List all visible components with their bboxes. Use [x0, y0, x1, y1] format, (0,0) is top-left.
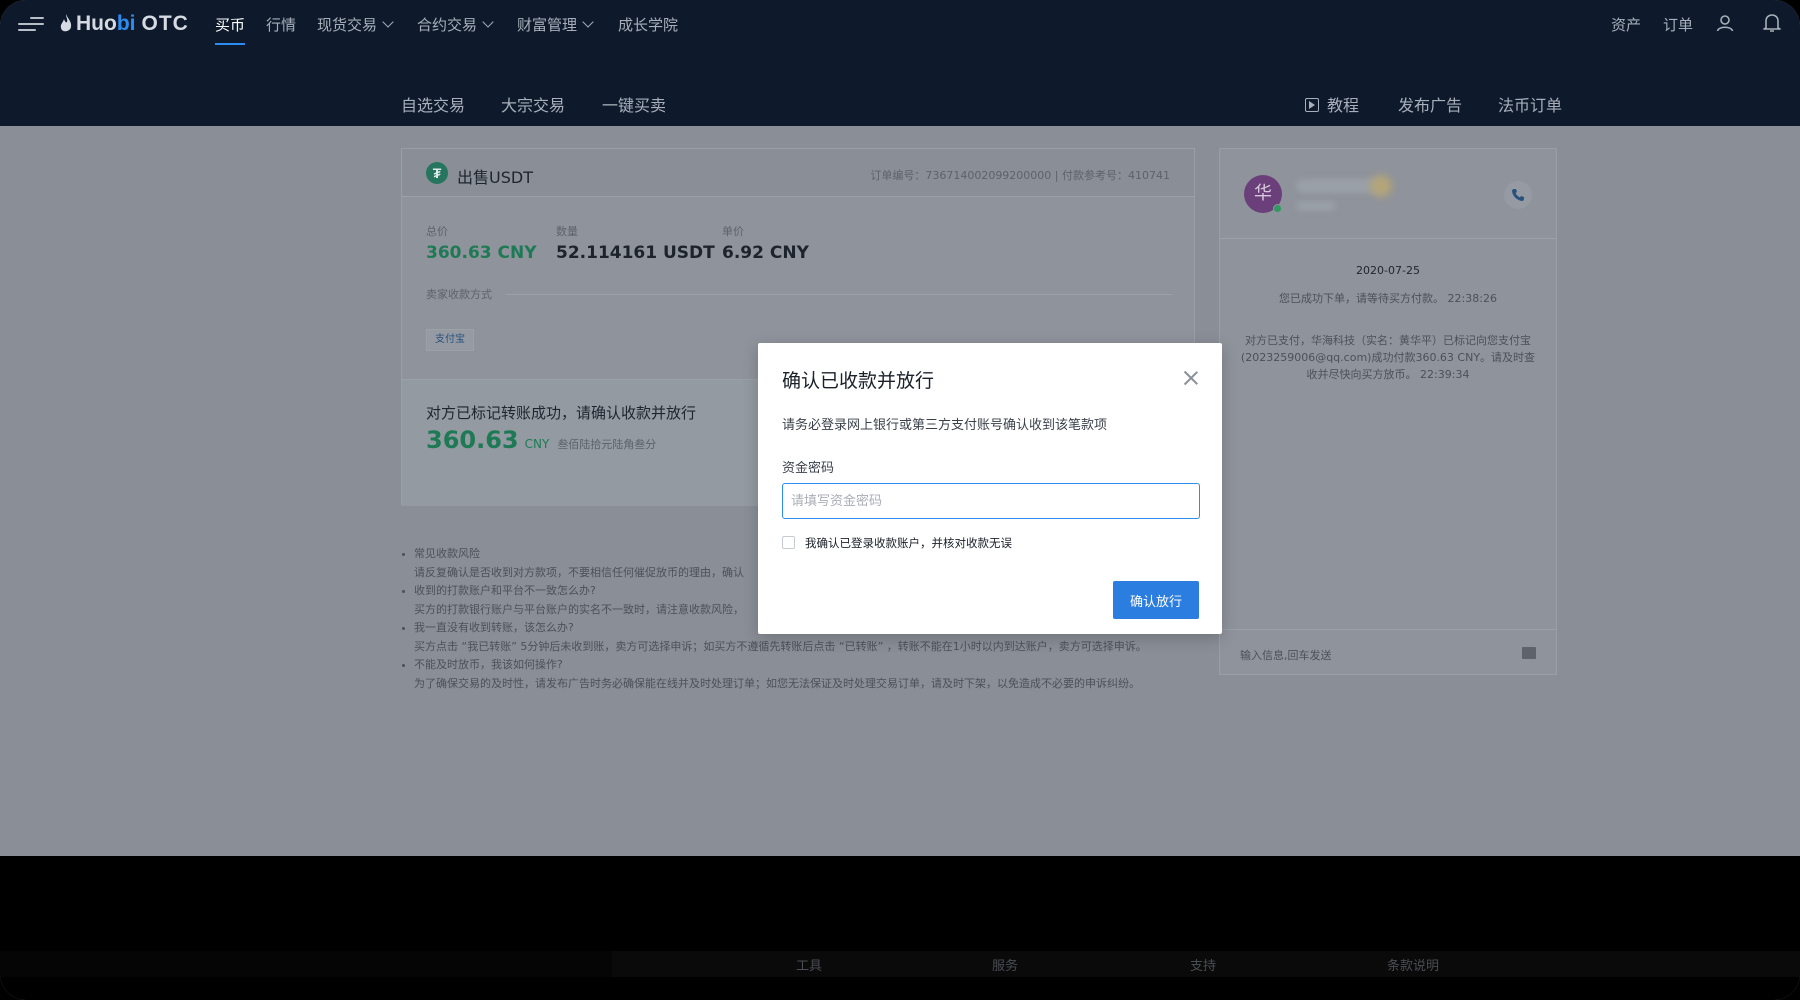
- chat-header: 华: [1220, 149, 1556, 239]
- nav-contract-trading-label: 合约交易: [417, 16, 478, 34]
- bell-icon[interactable]: [1763, 13, 1781, 33]
- total-price-value: 360.63 CNY: [426, 243, 537, 263]
- play-icon: [1305, 98, 1319, 112]
- subnav-one-click-trade[interactable]: 一键买卖: [602, 92, 666, 116]
- usdt-tether-icon: ₮: [426, 162, 448, 184]
- phone-button[interactable]: [1504, 181, 1532, 209]
- quantity-value: 52.114161 USDT: [556, 243, 715, 263]
- chat-system-message: 您已成功下单，请等待买方付款。 22:38:26: [1279, 292, 1497, 305]
- confirm-amount-words: 叁佰陆拾元陆角叁分: [557, 438, 657, 451]
- chevron-down-icon: [482, 16, 494, 28]
- quantity-label: 数量: [556, 225, 578, 238]
- nav-academy[interactable]: 成长学院: [618, 14, 678, 35]
- chevron-down-icon: [382, 16, 394, 28]
- modal-title: 确认已收款并放行: [782, 370, 935, 392]
- footer-support[interactable]: 支持: [1190, 955, 1216, 974]
- top-header: Huo bi OTC 买币 行情 现货交易 合约交易 财富管理 成长学院 资产 订单…: [0, 0, 1800, 126]
- payment-method-label: 卖家收款方式: [426, 288, 492, 301]
- logo[interactable]: Huo bi OTC: [60, 11, 189, 37]
- user-icon[interactable]: [1716, 14, 1734, 32]
- logo-text-bi: bi: [116, 12, 136, 35]
- faq-answer: 为了确保交易的及时性，请发布广告时务必确保能在线并及时处理订单；如您无法保证及时…: [414, 676, 1140, 690]
- order-title: 出售USDT: [457, 168, 533, 187]
- chat-date: 2020-07-25: [1356, 264, 1420, 277]
- modal-description: 请务必登录网上银行或第三方支付账号确认收到该笔款项: [782, 418, 1108, 433]
- nav-wealth-management-label: 财富管理: [517, 16, 578, 34]
- faq-question: 不能及时放币，我该如何操作?: [400, 656, 1200, 675]
- subnav-fiat-orders[interactable]: 法币订单: [1498, 92, 1562, 116]
- app-window: Huo bi OTC 买币 行情 现货交易 合约交易 财富管理 成长学院 资产 订单…: [0, 0, 1800, 1000]
- footer-terms[interactable]: 条款说明: [1387, 955, 1439, 974]
- confirm-checkbox-label[interactable]: 我确认已登录收款账户，并核对收款无误: [805, 535, 1012, 551]
- subnav-tutorial-label: 教程: [1327, 96, 1360, 115]
- online-status-dot: [1273, 204, 1282, 213]
- chevron-down-icon: [582, 16, 594, 28]
- confirm-release-button[interactable]: 确认放行: [1113, 581, 1199, 619]
- nav-wealth-management[interactable]: 财富管理: [517, 14, 594, 35]
- blurred-badge-icon: [1370, 175, 1392, 197]
- faq-answer: 买方点击 “我已转账” 5分钟后未收到账，卖方可选择申诉；如买方不遵循先转账后点…: [414, 639, 1147, 653]
- blurred-user-info: [1296, 201, 1336, 211]
- confirm-amount-value: 360.63: [426, 426, 519, 454]
- hamburger-menu-icon[interactable]: [18, 13, 46, 35]
- chat-input-placeholder: 输入信息,回车发送: [1240, 649, 1332, 662]
- close-icon[interactable]: [1183, 370, 1199, 386]
- chat-input-bar[interactable]: 输入信息,回车发送: [1220, 629, 1556, 675]
- confirm-amount-unit: CNY: [524, 437, 550, 451]
- total-price-label: 总价: [426, 225, 448, 238]
- image-upload-icon[interactable]: [1522, 647, 1536, 659]
- subnav-tutorial[interactable]: 教程: [1305, 92, 1359, 116]
- order-number: 订单编号：736714002099200000 | 付款参考号：410741: [870, 169, 1170, 182]
- order-header: ₮ 出售USDT 订单编号：736714002099200000 | 付款参考号…: [402, 149, 1194, 197]
- nav-assets[interactable]: 资产: [1611, 14, 1641, 35]
- subnav-bulk-trading[interactable]: 大宗交易: [501, 92, 565, 116]
- footer-tools[interactable]: 工具: [796, 955, 822, 974]
- unit-price-label: 单价: [722, 225, 744, 238]
- logo-text-huo: Huo: [76, 12, 117, 35]
- logo-text-otc: OTC: [141, 12, 189, 35]
- fund-password-input[interactable]: [782, 483, 1200, 519]
- divider: [506, 294, 1172, 295]
- subnav-post-ad[interactable]: 发布广告: [1398, 92, 1462, 116]
- subnav-self-select-trading[interactable]: 自选交易: [401, 92, 465, 116]
- chat-panel: 华 2020-07-25 您已成功下单，请等待买方付款。 22:38:26 对方…: [1219, 148, 1557, 675]
- confirm-checkbox[interactable]: [782, 536, 795, 549]
- nav-market[interactable]: 行情: [266, 14, 296, 35]
- confirm-amount: 360.63 CNY 叁佰陆拾元陆角叁分: [426, 426, 656, 454]
- alipay-tag[interactable]: 支付宝: [426, 329, 474, 351]
- footer-bar-left: [0, 951, 612, 977]
- footer-services[interactable]: 服务: [992, 955, 1018, 974]
- flame-icon: [60, 14, 72, 32]
- nav-orders[interactable]: 订单: [1663, 14, 1693, 35]
- confirm-release-modal: 确认已收款并放行 请务必登录网上银行或第三方支付账号确认收到该笔款项 资金密码 …: [758, 343, 1222, 634]
- nav-contract-trading[interactable]: 合约交易: [417, 14, 494, 35]
- nav-buy-coin[interactable]: 买币: [215, 14, 246, 45]
- nav-spot-trading[interactable]: 现货交易: [317, 14, 394, 35]
- phone-icon: [1512, 189, 1524, 201]
- confirm-release-title: 对方已标记转账成功，请确认收款并放行: [426, 404, 697, 422]
- fund-password-label: 资金密码: [782, 461, 835, 476]
- unit-price-value: 6.92 CNY: [722, 243, 809, 263]
- footer: 工具 服务 支持 条款说明: [0, 856, 1800, 1000]
- nav-spot-trading-label: 现货交易: [317, 16, 378, 34]
- chat-system-message: 对方已支付，华海科技（实名：黄华平）已标记向您支付宝 (2023259006@q…: [1240, 334, 1536, 381]
